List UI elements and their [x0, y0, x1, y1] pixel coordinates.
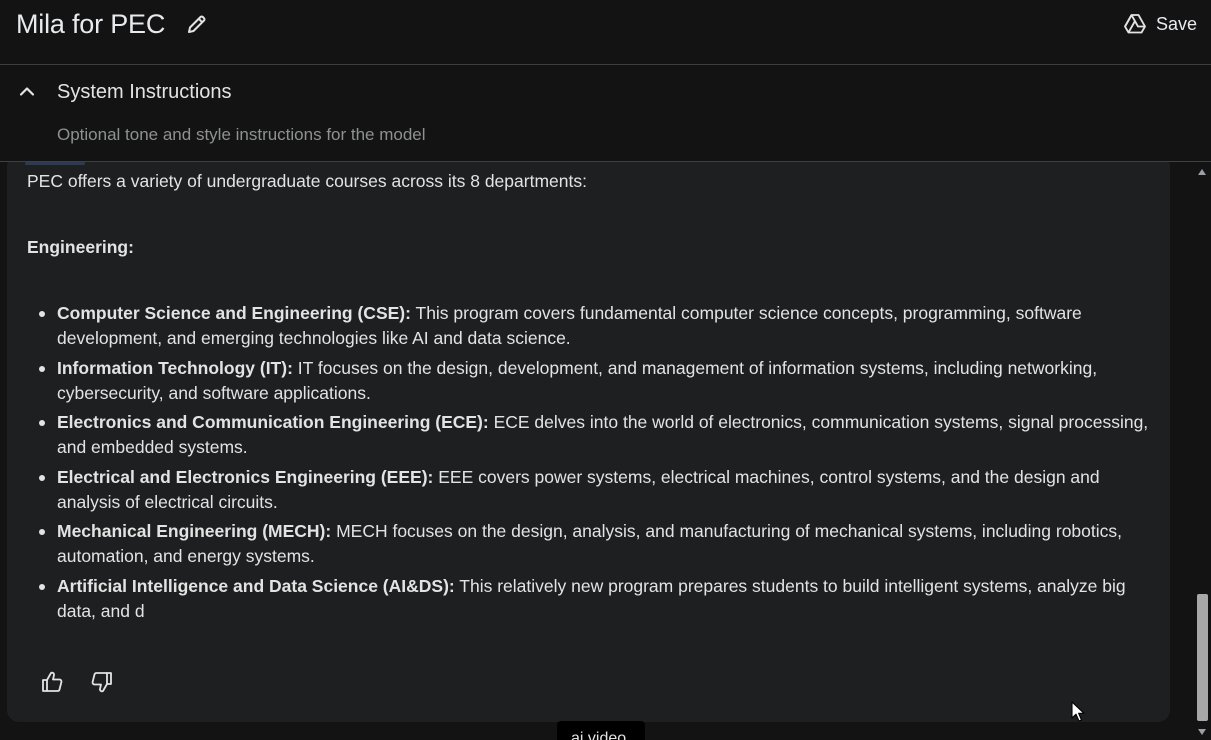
list-item: Mechanical Engineering (MECH): MECH focu… [39, 519, 1157, 569]
response-text: PEC offers a variety of undergraduate co… [27, 169, 1157, 628]
course-label: Mechanical Engineering (MECH): [57, 521, 332, 541]
drive-icon [1124, 14, 1146, 34]
list-item: Electronics and Communication Engineerin… [39, 410, 1157, 460]
thumbs-down-icon[interactable] [90, 670, 114, 694]
mouse-cursor-icon [1071, 701, 1085, 723]
response-heading: Engineering: [27, 237, 134, 257]
scroll-down-arrow-icon[interactable] [1198, 729, 1206, 735]
scrollbar[interactable] [1194, 162, 1211, 740]
system-instructions-panel: System Instructions Optional tone and st… [0, 65, 1211, 162]
top-bar: Mila for PEC Save [0, 0, 1211, 65]
thumbs-up-icon[interactable] [40, 670, 64, 694]
system-instructions-title[interactable]: System Instructions [57, 79, 232, 105]
list-item: Information Technology (IT): IT focuses … [39, 356, 1157, 406]
tooltip: ai video [557, 721, 645, 740]
save-button[interactable]: Save [1122, 8, 1197, 40]
scroll-up-arrow-icon[interactable] [1198, 169, 1206, 175]
course-list: Computer Science and Engineering (CSE): … [27, 301, 1157, 624]
scrollbar-thumb[interactable] [1197, 594, 1208, 721]
feedback-bar [40, 670, 114, 694]
list-item: Artificial Intelligence and Data Science… [39, 574, 1157, 624]
course-label: Computer Science and Engineering (CSE): [57, 303, 411, 323]
course-label: Information Technology (IT): [57, 357, 293, 378]
course-label: Electrical and Electronics Engineering (… [57, 466, 434, 487]
chevron-up-icon[interactable] [16, 81, 38, 103]
prompt-title[interactable]: Mila for PEC [16, 6, 165, 42]
model-response-card: PEC offers a variety of undergraduate co… [7, 162, 1170, 722]
course-label: Artificial Intelligence and Data Science… [57, 575, 455, 596]
chat-content: PEC offers a variety of undergraduate co… [0, 162, 1211, 740]
system-instructions-input[interactable]: Optional tone and style instructions for… [57, 123, 426, 147]
list-item: Electrical and Electronics Engineering (… [39, 465, 1157, 515]
response-intro: PEC offers a variety of undergraduate co… [27, 171, 587, 191]
list-item: Computer Science and Engineering (CSE): … [39, 301, 1157, 351]
course-label: Electronics and Communication Engineerin… [57, 412, 489, 432]
tooltip-text: ai video [571, 730, 627, 740]
pencil-icon[interactable] [185, 12, 209, 36]
card-top-indicator [25, 162, 85, 165]
save-label: Save [1155, 13, 1197, 34]
